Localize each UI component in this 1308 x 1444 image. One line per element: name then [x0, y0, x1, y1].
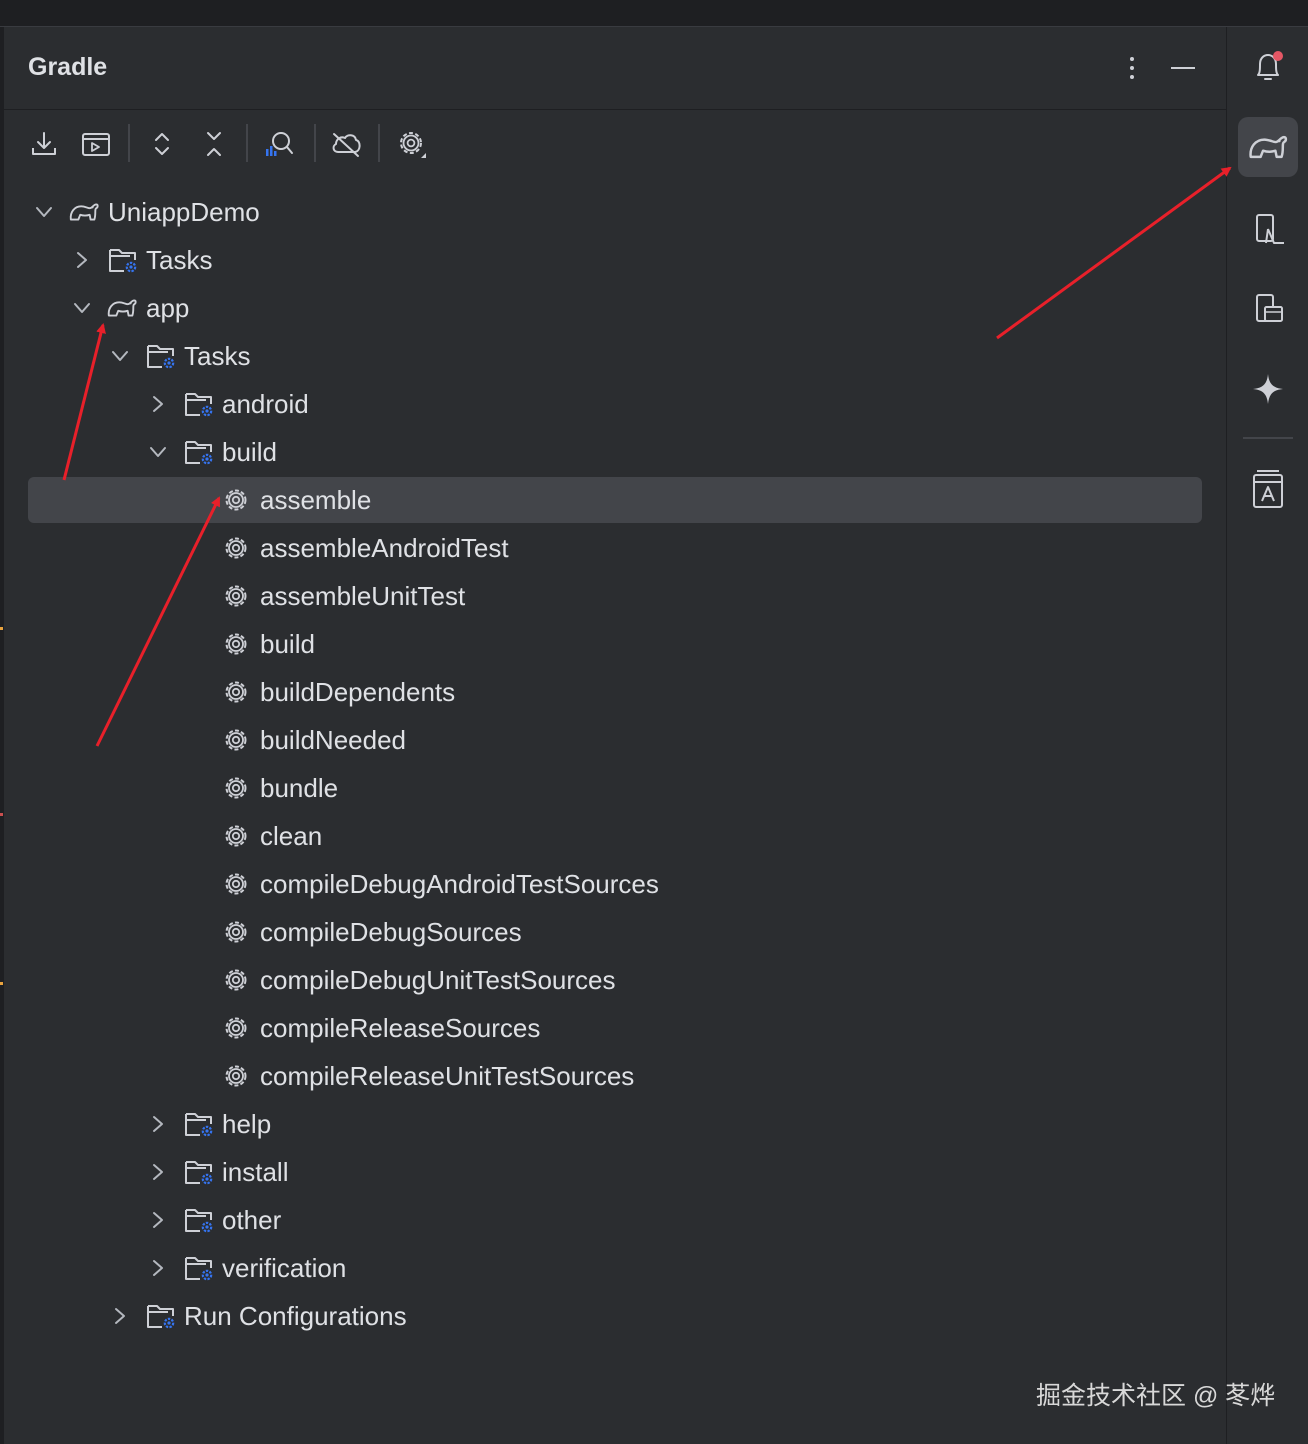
- gear-icon: [222, 582, 254, 610]
- tree-node-group-help[interactable]: help: [28, 1101, 1202, 1147]
- gear-icon: [222, 534, 254, 562]
- tree-node-label: android: [222, 389, 309, 419]
- gemini-icon[interactable]: [1238, 359, 1298, 419]
- task-label: compileDebugUnitTestSources: [260, 965, 616, 995]
- task-label: assemble: [260, 485, 372, 515]
- chevron-down-icon[interactable]: [148, 441, 168, 463]
- chevron-down-icon[interactable]: [34, 201, 54, 223]
- task-label: bundle: [260, 773, 339, 803]
- tree-node-task[interactable]: bundle: [28, 765, 1202, 811]
- gradle-module-icon: [106, 294, 138, 322]
- task-folder-icon: [184, 1110, 216, 1138]
- gear-icon: [222, 678, 254, 706]
- chevron-down-icon[interactable]: [110, 345, 130, 367]
- tree-node-project[interactable]: UniappDemo: [28, 189, 1202, 235]
- task-label: clean: [260, 821, 323, 851]
- tree-node-task[interactable]: clean: [28, 813, 1202, 859]
- tree-node-task-selected[interactable]: assemble: [28, 477, 1202, 523]
- gear-icon: [222, 726, 254, 754]
- gradle-project-icon: [68, 198, 100, 226]
- task-label: buildDependents: [260, 677, 456, 707]
- chevron-down-icon[interactable]: [72, 297, 92, 319]
- task-folder-icon: [184, 1158, 216, 1186]
- resource-manager-icon[interactable]: [1238, 459, 1298, 519]
- task-label: compileReleaseSources: [260, 1013, 541, 1043]
- task-folder-icon: [184, 1206, 216, 1234]
- gear-icon: [222, 966, 254, 994]
- tree-node-task[interactable]: compileDebugUnitTestSources: [28, 957, 1202, 1003]
- tree-node-label: build: [222, 437, 277, 467]
- tree-node-label: help: [222, 1109, 272, 1139]
- tree-node-group-verification[interactable]: verification: [28, 1245, 1202, 1291]
- tree-node-label: install: [222, 1157, 289, 1187]
- tree-node-task[interactable]: build: [28, 621, 1202, 667]
- gear-icon: [222, 630, 254, 658]
- task-folder-icon: [108, 246, 140, 274]
- notification-dot: [1273, 51, 1283, 61]
- tree-node-tasks[interactable]: Tasks: [28, 237, 1202, 283]
- tree-node-task[interactable]: compileReleaseSources: [28, 1005, 1202, 1051]
- task-folder-icon: [184, 390, 216, 418]
- tree-node-tasks[interactable]: Tasks: [28, 333, 1202, 379]
- gear-icon: [222, 918, 254, 946]
- task-folder-icon: [146, 1302, 178, 1330]
- right-tool-strip: [1226, 27, 1308, 1444]
- task-label: compileReleaseUnitTestSources: [260, 1061, 635, 1091]
- task-folder-icon: [184, 438, 216, 466]
- gutter-mark: [0, 982, 3, 985]
- tree-node-label: other: [222, 1205, 282, 1235]
- task-folder-icon: [184, 1254, 216, 1282]
- gutter-mark: [0, 813, 3, 816]
- tree-node-task[interactable]: buildDependents: [28, 669, 1202, 715]
- task-label: compileDebugAndroidTestSources: [260, 869, 659, 899]
- tree-node-group-android[interactable]: android: [28, 381, 1202, 427]
- gear-icon: [222, 822, 254, 850]
- tree-node-group-build[interactable]: build: [28, 429, 1202, 475]
- task-label: compileDebugSources: [260, 917, 522, 947]
- chevron-right-icon[interactable]: [148, 1113, 168, 1135]
- chevron-right-icon[interactable]: [72, 249, 92, 271]
- tree-node-task[interactable]: compileReleaseUnitTestSources: [28, 1053, 1202, 1099]
- gear-icon: [222, 774, 254, 802]
- gear-icon: [222, 486, 254, 514]
- task-label: buildNeeded: [260, 725, 407, 755]
- gradle-tool-window: Gradle UniappDemo Tasks app Tasks androi…: [4, 27, 1226, 1444]
- tree-node-task[interactable]: assembleAndroidTest: [28, 525, 1202, 571]
- task-label: assembleUnitTest: [260, 581, 466, 611]
- tree-node-label: verification: [222, 1253, 347, 1283]
- task-label: assembleAndroidTest: [260, 533, 509, 563]
- chevron-right-icon[interactable]: [148, 393, 168, 415]
- running-devices-icon[interactable]: [1238, 279, 1298, 339]
- chevron-right-icon[interactable]: [148, 1209, 168, 1231]
- strip-separator: [1243, 437, 1293, 439]
- tree-node-task[interactable]: compileDebugSources: [28, 909, 1202, 955]
- tree-node-label: Tasks: [146, 245, 213, 275]
- tree-node-module-app[interactable]: app: [28, 285, 1202, 331]
- tree-node-group-other[interactable]: other: [28, 1197, 1202, 1243]
- tree-node-task[interactable]: assembleUnitTest: [28, 573, 1202, 619]
- gear-icon: [222, 1062, 254, 1090]
- task-folder-icon: [146, 342, 178, 370]
- tree-node-label: app: [146, 293, 190, 323]
- gradle-tree: UniappDemo Tasks app Tasks android build…: [4, 27, 1226, 1444]
- gutter-mark: [0, 627, 3, 630]
- gear-icon: [222, 1014, 254, 1042]
- task-label: build: [260, 629, 315, 659]
- tree-node-label: Tasks: [184, 341, 251, 371]
- gear-icon: [222, 870, 254, 898]
- tree-node-label: UniappDemo: [108, 197, 260, 227]
- ide-top-toolbar: [0, 0, 1308, 27]
- device-manager-icon[interactable]: [1238, 199, 1298, 259]
- tree-node-task[interactable]: compileDebugAndroidTestSources: [28, 861, 1202, 907]
- chevron-right-icon[interactable]: [148, 1257, 168, 1279]
- tree-node-label: Run Configurations: [184, 1301, 407, 1331]
- gradle-icon[interactable]: [1238, 117, 1298, 177]
- notifications-icon[interactable]: [1238, 37, 1298, 97]
- chevron-right-icon[interactable]: [148, 1161, 168, 1183]
- tree-node-task[interactable]: buildNeeded: [28, 717, 1202, 763]
- chevron-right-icon[interactable]: [110, 1305, 130, 1327]
- watermark: 掘金技术社区 @ 苳烨: [1036, 1382, 1276, 1410]
- tree-node-group-install[interactable]: install: [28, 1149, 1202, 1195]
- tree-node-run-configurations[interactable]: Run Configurations: [28, 1293, 1202, 1339]
